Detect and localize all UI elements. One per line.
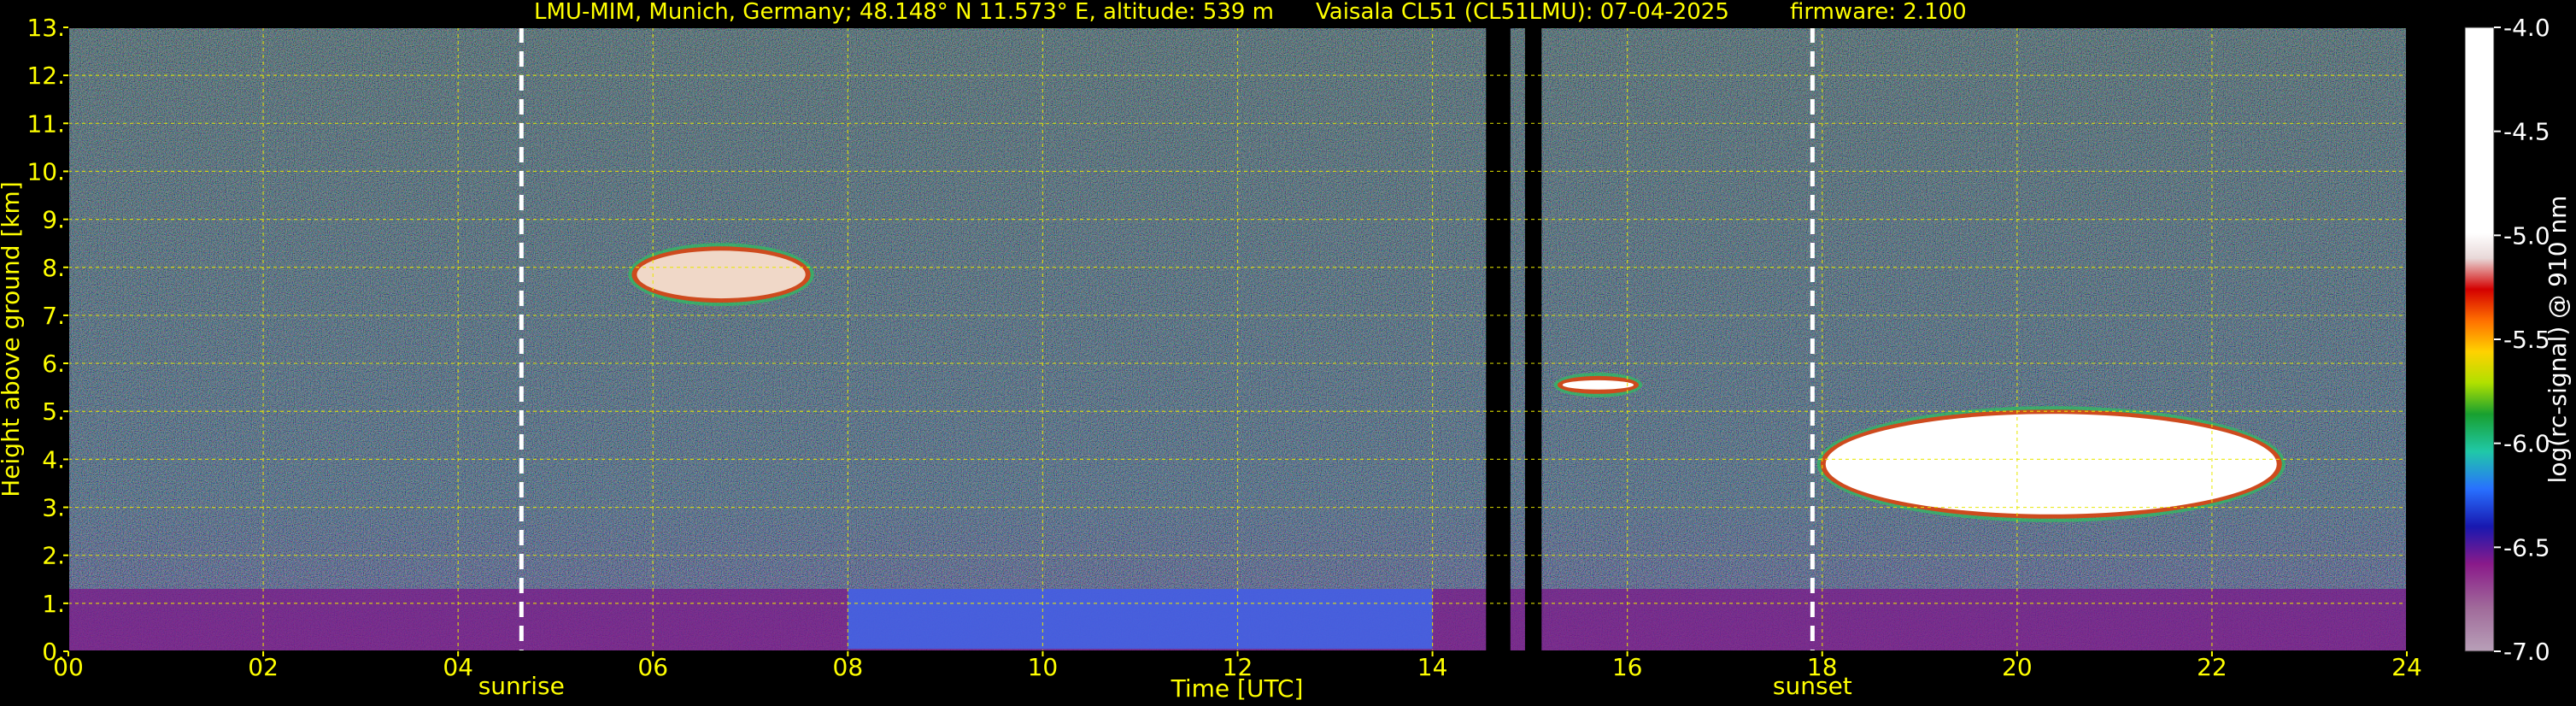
x-tick-label: 02: [248, 653, 279, 681]
ceilometer-chart: LMU-MIM, Munich, Germany; 48.148° N 11.5…: [0, 0, 2572, 703]
x-tick-label: 24: [2391, 653, 2422, 681]
x-tick-label: 08: [833, 653, 864, 681]
colorbar-tick-label: -4.5: [2503, 118, 2550, 146]
data-gap-mark: [1524, 27, 1542, 651]
sunset-label: sunset: [1773, 672, 1852, 700]
colorbar-label: log(rc-signal) @ 910 nm: [2544, 196, 2572, 484]
title-instrument: Vaisala CL51 (CL51LMU): 07-04-2025: [1316, 0, 1729, 25]
aerosol-layer-mark: [848, 589, 1433, 650]
y-tick-label: 13.: [26, 14, 65, 42]
y-tick-label: 8.: [42, 254, 65, 282]
colorbar-tick-label: -7.0: [2503, 638, 2550, 666]
y-tick-label: 1.: [42, 590, 65, 618]
y-tick-label: 4.: [42, 445, 65, 474]
x-tick-label: 22: [2197, 653, 2227, 681]
y-axis-label: Height above ground [km]: [0, 181, 25, 497]
colorbar-tick-label: -4.0: [2503, 14, 2550, 42]
y-tick-label: 2.: [42, 542, 65, 570]
y-tick-label: 7.: [42, 302, 65, 330]
cloud-core-mark: [1562, 379, 1634, 390]
colorbar-tick-label: -6.5: [2503, 533, 2550, 562]
data-gap-mark: [1486, 27, 1511, 651]
sunrise-label: sunrise: [478, 672, 565, 700]
title-firmware: firmware: 2.100: [1790, 0, 1967, 25]
x-tick-label: 10: [1028, 653, 1059, 681]
y-tick-label: 5.: [42, 397, 65, 426]
x-tick-label: 16: [1612, 653, 1643, 681]
colorbar: [2464, 26, 2495, 652]
x-tick-label: 14: [1417, 653, 1448, 681]
y-tick-label: 0.: [42, 638, 65, 666]
y-tick-label: 6.: [42, 350, 65, 378]
title-site: LMU-MIM, Munich, Germany; 48.148° N 11.5…: [534, 0, 1274, 25]
cloud-core-mark: [1825, 414, 2277, 515]
x-tick-label: 04: [443, 653, 473, 681]
x-tick-label: 20: [2002, 653, 2033, 681]
cloud-core-mark: [637, 250, 806, 299]
x-tick-label: 12: [1223, 653, 1253, 681]
y-tick-label: 12.: [26, 62, 65, 90]
y-tick-label: 11.: [26, 109, 65, 138]
noise-texture: [68, 27, 2407, 651]
y-tick-label: 3.: [42, 494, 65, 522]
y-tick-label: 10.: [26, 157, 65, 185]
y-tick-label: 9.: [42, 206, 65, 234]
x-tick-label: 06: [637, 653, 668, 681]
